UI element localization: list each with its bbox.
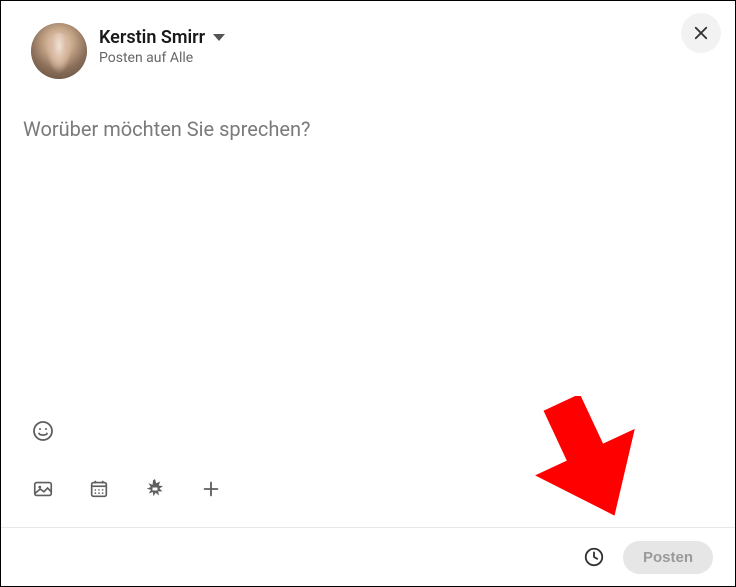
emoji-icon [31, 419, 55, 443]
modal-footer: Posten [1, 527, 735, 586]
calendar-icon [88, 478, 110, 500]
plus-icon [200, 478, 222, 500]
schedule-button[interactable] [577, 540, 611, 574]
image-icon [32, 478, 54, 500]
user-meta: Kerstin Smirr Posten auf Alle [99, 23, 225, 66]
avatar[interactable] [31, 23, 87, 79]
emoji-button[interactable] [23, 411, 63, 451]
user-name: Kerstin Smirr [99, 27, 205, 48]
post-button[interactable]: Posten [623, 541, 713, 574]
add-more-button[interactable] [191, 469, 231, 509]
chevron-down-icon[interactable] [213, 34, 225, 41]
media-row [23, 469, 713, 509]
user-name-row[interactable]: Kerstin Smirr [99, 27, 225, 48]
post-compose-modal: Kerstin Smirr Posten auf Alle [1, 1, 735, 586]
clock-icon [583, 546, 605, 568]
compose-area [1, 89, 735, 411]
close-button[interactable] [681, 13, 721, 53]
compose-input[interactable] [23, 117, 713, 401]
add-celebration-button[interactable] [135, 469, 175, 509]
emoji-row [23, 411, 713, 451]
add-image-button[interactable] [23, 469, 63, 509]
post-visibility-label: Posten auf Alle [99, 50, 225, 66]
close-icon [692, 24, 710, 42]
toolbar [1, 411, 735, 527]
add-event-button[interactable] [79, 469, 119, 509]
starburst-icon [143, 477, 167, 501]
modal-header: Kerstin Smirr Posten auf Alle [1, 1, 735, 89]
